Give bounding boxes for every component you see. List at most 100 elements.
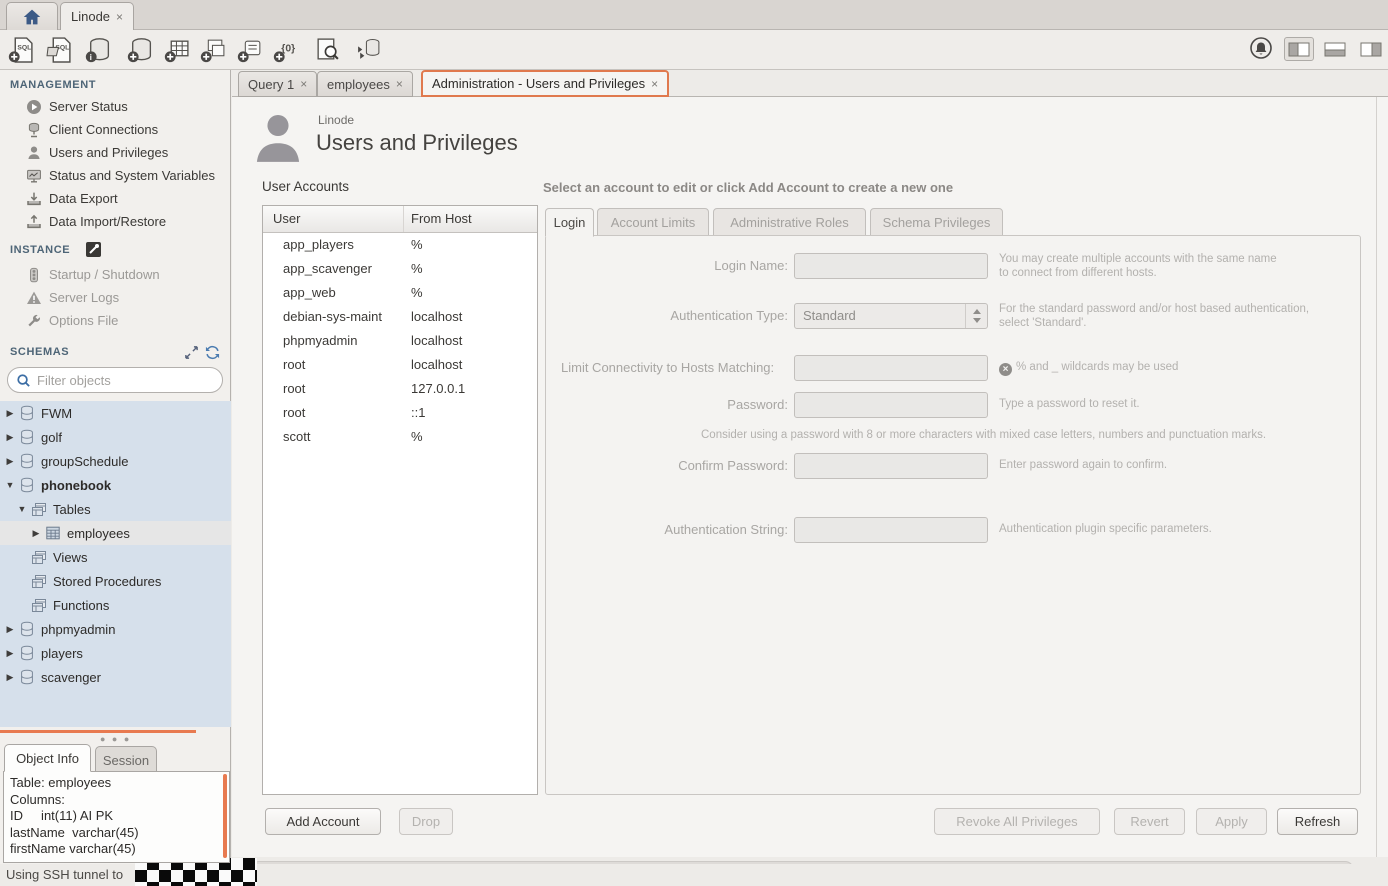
export-icon	[26, 191, 42, 207]
sidebar-item-data-import[interactable]: Data Import/Restore	[0, 210, 231, 233]
sidebar-item-server-status[interactable]: Server Status	[0, 95, 231, 118]
spinner-arrows-icon[interactable]	[965, 304, 987, 328]
auth-string-input[interactable]	[794, 517, 988, 543]
connection-tab[interactable]: Linode ×	[60, 2, 134, 30]
tab-schema-privileges[interactable]: Schema Privileges	[870, 208, 1003, 236]
tree-item-tables-group[interactable]: ▼Tables	[0, 497, 231, 521]
table-row[interactable]: app_scavenger%	[263, 257, 537, 281]
tree-item-schema[interactable]: ▶golf	[0, 425, 231, 449]
user-icon	[26, 145, 42, 161]
refresh-schemas-icon[interactable]	[205, 345, 220, 360]
table-row[interactable]: app_web%	[263, 281, 537, 305]
close-icon[interactable]: ×	[396, 77, 403, 91]
tab-login[interactable]: Login	[545, 208, 594, 237]
object-info-line: lastName varchar(45)	[10, 825, 223, 842]
column-header-user[interactable]: User	[273, 211, 300, 226]
chevron-right-icon[interactable]: ▶	[5, 432, 15, 443]
sidebar-item-startup-shutdown[interactable]: Startup / Shutdown	[0, 263, 231, 286]
tab-account-limits[interactable]: Account Limits	[597, 208, 709, 236]
splitter-handle[interactable]: ● ● ●	[100, 734, 131, 744]
instance-section-title: INSTANCE	[10, 244, 70, 256]
tree-item-functions-group[interactable]: Functions	[0, 593, 231, 617]
table-row[interactable]: root::1	[263, 401, 537, 425]
chevron-right-icon[interactable]: ▶	[31, 528, 41, 539]
home-tab[interactable]	[6, 2, 58, 30]
tree-item-schema[interactable]: ▶scavenger	[0, 665, 231, 689]
schema-icon	[19, 453, 35, 469]
tab-employees[interactable]: employees×	[317, 71, 413, 97]
tab-object-info[interactable]: Object Info	[4, 744, 91, 772]
open-sql-script-button[interactable]	[46, 36, 73, 63]
table-row[interactable]: scott%	[263, 425, 537, 449]
filter-objects-input[interactable]	[37, 373, 197, 388]
chevron-down-icon[interactable]: ▼	[17, 504, 27, 514]
tree-item-schema[interactable]: ▶FWM	[0, 401, 231, 425]
column-header-from-host[interactable]: From Host	[411, 211, 472, 226]
tree-hscrollbar[interactable]	[0, 730, 196, 733]
login-name-input[interactable]	[794, 253, 988, 279]
column-divider[interactable]	[403, 206, 404, 232]
create-table-button[interactable]	[164, 36, 191, 63]
drop-button[interactable]: Drop	[399, 808, 453, 835]
table-row[interactable]: phpmyadminlocalhost	[263, 329, 537, 353]
notifications-bell-icon[interactable]	[1249, 36, 1276, 63]
chevron-right-icon[interactable]: ▶	[5, 624, 15, 635]
confirm-password-input[interactable]	[794, 453, 988, 479]
table-row[interactable]: rootlocalhost	[263, 353, 537, 377]
table-row[interactable]: root127.0.0.1	[263, 377, 537, 401]
auth-type-help: For the standard password and/or host ba…	[999, 302, 1309, 330]
chevron-right-icon[interactable]: ▶	[5, 408, 15, 419]
tab-session[interactable]: Session	[95, 746, 157, 774]
schema-inspector-button[interactable]	[85, 36, 112, 63]
close-icon[interactable]: ×	[300, 77, 307, 91]
tree-item-table-employees[interactable]: ▶employees	[0, 521, 231, 545]
chevron-right-icon[interactable]: ▶	[5, 456, 15, 467]
toggle-secondary-sidebar-button[interactable]	[1356, 37, 1386, 61]
search-data-button[interactable]	[314, 36, 341, 63]
sidebar-item-system-variables[interactable]: Status and System Variables	[0, 164, 231, 187]
expand-schemas-icon[interactable]	[184, 345, 199, 360]
table-row[interactable]: debian-sys-maintlocalhost	[263, 305, 537, 329]
close-icon[interactable]: ×	[651, 77, 658, 91]
tree-item-schema-phonebook[interactable]: ▼phonebook	[0, 473, 231, 497]
create-schema-button[interactable]	[127, 36, 154, 63]
create-view-button[interactable]	[200, 36, 227, 63]
revoke-all-privileges-button[interactable]: Revoke All Privileges	[934, 808, 1100, 835]
new-query-tab-button[interactable]	[8, 36, 35, 63]
chevron-down-icon[interactable]: ▼	[5, 480, 15, 490]
confirm-password-help: Enter password again to confirm.	[999, 458, 1167, 472]
apply-button[interactable]: Apply	[1196, 808, 1267, 835]
table-row[interactable]: app_players%	[263, 233, 537, 257]
tree-item-views-group[interactable]: Views	[0, 545, 231, 569]
sidebar-item-client-connections[interactable]: Client Connections	[0, 118, 231, 141]
toggle-output-panel-button[interactable]	[1320, 37, 1350, 61]
close-icon[interactable]: ×	[116, 10, 123, 24]
refresh-button[interactable]: Refresh	[1277, 808, 1358, 835]
auth-type-dropdown[interactable]: Standard	[794, 303, 988, 329]
tab-administrative-roles[interactable]: Administrative Roles	[713, 208, 866, 236]
tree-item-schema[interactable]: ▶groupSchedule	[0, 449, 231, 473]
limit-hosts-input[interactable]	[794, 355, 988, 381]
tree-item-procedures-group[interactable]: Stored Procedures	[0, 569, 231, 593]
create-procedure-button[interactable]	[237, 36, 264, 63]
sidebar-item-server-logs[interactable]: Server Logs	[0, 286, 231, 309]
object-info-vscrollbar[interactable]	[223, 774, 227, 858]
tab-administration-users[interactable]: Administration - Users and Privileges×	[421, 70, 669, 97]
chevron-right-icon[interactable]: ▶	[5, 672, 15, 683]
mysql-workbench-window: Linode × MANAGEMENT Server Status Client…	[0, 0, 1388, 886]
sidebar-item-users-privileges[interactable]: Users and Privileges	[0, 141, 231, 164]
sidebar-item-options-file[interactable]: Options File	[0, 309, 231, 332]
tree-item-schema[interactable]: ▶players	[0, 641, 231, 665]
sidebar-item-data-export[interactable]: Data Export	[0, 187, 231, 210]
password-input[interactable]	[794, 392, 988, 418]
status-text: Using SSH tunnel to	[6, 867, 123, 882]
create-function-button[interactable]	[273, 36, 300, 63]
reconnect-dbms-button[interactable]	[355, 36, 382, 63]
chevron-right-icon[interactable]: ▶	[5, 648, 15, 659]
status-bar: Using SSH tunnel to	[0, 864, 1388, 886]
revert-button[interactable]: Revert	[1114, 808, 1185, 835]
add-account-button[interactable]: Add Account	[265, 808, 381, 835]
tab-query-1[interactable]: Query 1×	[238, 71, 317, 97]
toggle-sidebar-button[interactable]	[1284, 37, 1314, 61]
tree-item-schema[interactable]: ▶phpmyadmin	[0, 617, 231, 641]
